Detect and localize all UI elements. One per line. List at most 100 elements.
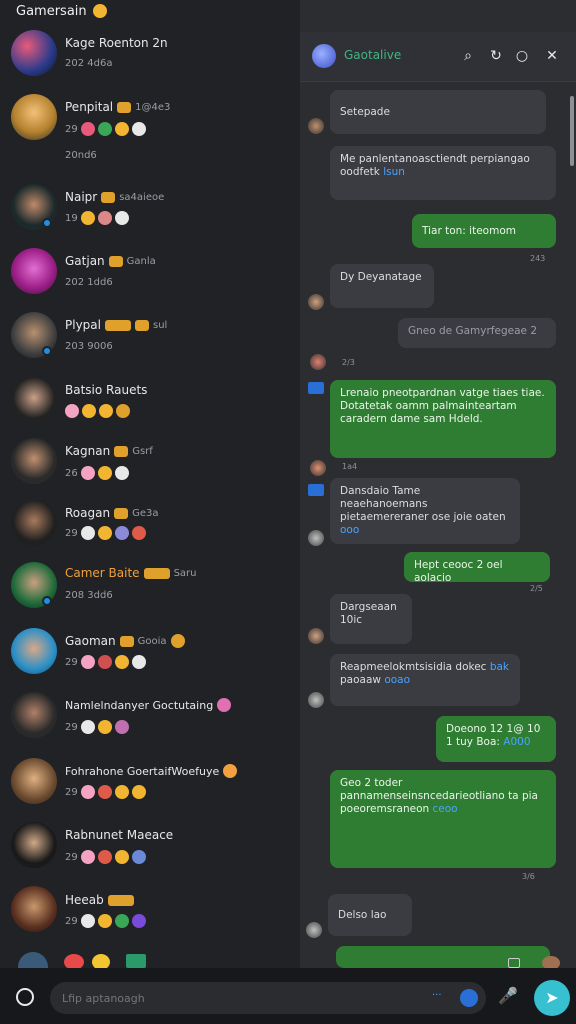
avatar — [11, 886, 57, 932]
avatar — [11, 377, 57, 423]
chat-sub-row: 29 — [65, 720, 129, 734]
chat-time: Gooia — [137, 635, 167, 647]
status-badge — [107, 894, 134, 906]
avatar — [310, 460, 326, 476]
online-indicator — [42, 346, 52, 356]
reaction-icon — [99, 404, 113, 418]
reaction-icon — [97, 122, 112, 136]
chat-sub: 29 — [65, 915, 78, 927]
chat-time: sul — [152, 319, 168, 331]
message-bubble[interactable]: Delso lao — [328, 894, 412, 936]
avatar — [306, 922, 322, 938]
gif-icon[interactable] — [126, 954, 146, 968]
reaction-icon — [131, 122, 146, 136]
online-indicator — [42, 218, 52, 228]
reaction-icon — [97, 914, 112, 928]
reaction-icon — [114, 122, 129, 136]
reaction-icon — [114, 466, 129, 480]
avatar — [308, 118, 324, 134]
reaction-icon — [97, 211, 112, 225]
smile-icon — [92, 4, 107, 18]
message-bubble[interactable]: Setepade — [330, 90, 546, 134]
chat-name: Penpital — [65, 100, 114, 114]
reaction-icon — [80, 785, 95, 799]
microphone-icon[interactable]: 🎤 — [498, 986, 518, 1010]
reaction-icon — [114, 785, 129, 799]
chat-name-row: Namlelndanyer Goctutaing — [65, 698, 232, 712]
reaction-icon — [131, 914, 146, 928]
chat-sub-row: 29 — [65, 526, 146, 540]
message-bubble[interactable]: Dargseaan 10ic — [330, 594, 412, 644]
chat-name-row: Camer Baite Saru — [65, 566, 197, 580]
circle-icon[interactable]: ○ — [512, 46, 532, 66]
group-avatar[interactable] — [312, 44, 336, 68]
search-icon[interactable]: ⌕ — [458, 46, 478, 66]
reaction-icon — [114, 720, 129, 734]
message-input[interactable] — [62, 982, 422, 1014]
message-bubble[interactable]: Geo 2 toder pannamenseinsncedarieotliano… — [330, 770, 556, 868]
reaction-icon — [80, 122, 95, 136]
chat-sub: 29 — [65, 786, 78, 798]
more-icon[interactable]: ··· — [432, 990, 442, 1001]
reaction-icon — [97, 850, 112, 864]
chat-name: Naipr — [65, 190, 98, 204]
message-bubble[interactable]: Doeono 12 1@ 10 1 tuy Boa: A000 — [436, 716, 556, 762]
reaction-icon — [131, 655, 146, 669]
chat-name: Gaoman — [65, 634, 116, 648]
message-bubble[interactable]: Hept ceooc 2 oel aolacio — [404, 552, 550, 584]
message-bubble[interactable]: Tiar ton: iteomom — [412, 214, 556, 248]
chat-name-row: Gaoman Gooia — [65, 634, 185, 648]
chat-name-row: Roagan Ge3a — [65, 506, 158, 520]
chat-time: 1@4e3 — [135, 101, 171, 113]
circle-icon[interactable] — [16, 988, 34, 1006]
reaction-icon — [114, 526, 129, 540]
online-indicator — [42, 596, 52, 606]
status-badge — [117, 101, 132, 113]
message-list: Setepade Me panlentanoasctiendt perpiang… — [300, 82, 576, 968]
close-icon[interactable]: ✕ — [542, 46, 562, 66]
chat-time: Gsrf — [132, 445, 153, 457]
timestamp: 2/5 — [530, 584, 543, 593]
refresh-icon[interactable]: ↻ — [486, 46, 506, 66]
chat-time: sa4aieoe — [119, 191, 165, 203]
chat-name-row: Kagnan Gsrf — [65, 444, 153, 458]
scrollbar[interactable] — [570, 96, 574, 166]
chat-sub-row: 29 — [65, 914, 146, 928]
chat-name-row: Plypal sul — [65, 318, 167, 332]
screen-icon[interactable] — [508, 958, 520, 968]
chat-name-row: Naipr sa4aieoe — [65, 190, 164, 204]
chat-sub: 202 4d6a — [65, 58, 113, 69]
message-bubble[interactable]: Dy Deyanatage — [330, 264, 434, 308]
chat-sub: 202 1dd6 — [65, 277, 113, 288]
status-badge — [119, 635, 134, 647]
chat-sub: 208 3dd6 — [65, 590, 113, 601]
chat-sub: 29 — [65, 527, 78, 539]
message-bubble[interactable]: Dansdaio Tame neaehanoemans pietaemerera… — [330, 478, 520, 544]
chat-sub: 203 9006 — [65, 341, 113, 352]
avatar — [11, 30, 57, 76]
reaction-row — [65, 404, 130, 418]
reaction-icon — [80, 211, 95, 225]
chat-name: Plypal — [65, 318, 101, 332]
send-button[interactable]: ➤ — [534, 980, 570, 1016]
avatar — [11, 438, 57, 484]
chat-name: Heeab — [65, 893, 104, 907]
reaction-icon — [65, 404, 79, 418]
chat-name-row: Fohrahone GoertaifWoefuye — [65, 764, 238, 778]
message-bubble[interactable]: Reapmeelokmtsisidia dokec bak paoaaw ooa… — [330, 654, 520, 706]
reaction-icon — [217, 698, 232, 712]
sticker-icon[interactable] — [460, 989, 478, 1007]
chat-name: Gatjan — [65, 254, 105, 268]
reaction-icon — [97, 720, 112, 734]
send-icon: ➤ — [545, 988, 559, 1007]
reaction-icon — [80, 466, 95, 480]
reaction-icon — [97, 466, 112, 480]
chat-name: Roagan — [65, 506, 111, 520]
message-bubble[interactable]: Gneo de Gamyrfegeae 2 — [398, 318, 556, 348]
avatar — [11, 94, 57, 140]
avatar — [11, 500, 57, 546]
message-bubble[interactable]: Me panlentanoasctiendt perpiangao oodfet… — [330, 146, 556, 200]
message-bubble[interactable]: Lrenaio pneotpardnan vatge tiaes tiae. D… — [330, 380, 556, 458]
reaction-icon — [114, 655, 129, 669]
reaction-icon — [80, 720, 95, 734]
